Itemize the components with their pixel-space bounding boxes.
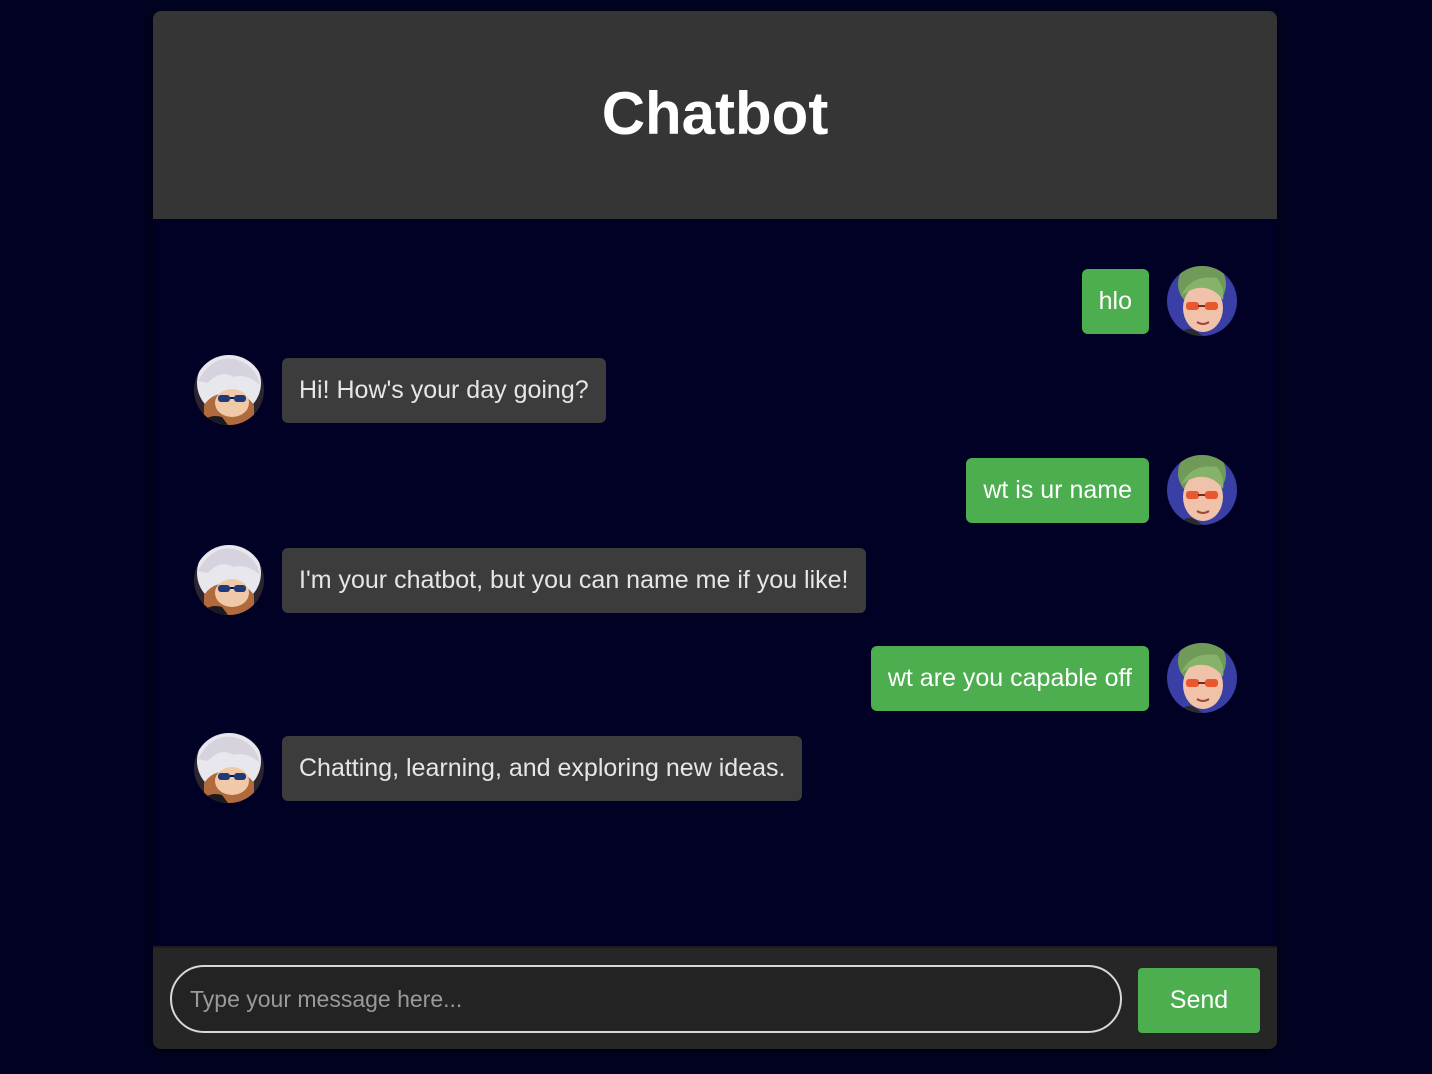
- message-row-user: wt is ur name: [966, 455, 1237, 525]
- user-message-bubble: wt is ur name: [966, 457, 1149, 523]
- message-row-bot: Chatting, learning, and exploring new id…: [194, 733, 803, 803]
- message-row-bot: Hi! How's your day going?: [194, 355, 606, 425]
- bot-avatar: [194, 355, 264, 425]
- user-message-bubble: hlo: [1081, 268, 1149, 334]
- moon-icon[interactable]: [1187, 47, 1241, 101]
- message-list: hlo Hi! How's your day going? wt is ur n…: [153, 219, 1277, 946]
- bot-message-bubble: Hi! How's your day going?: [282, 357, 606, 423]
- bot-avatar: [194, 733, 264, 803]
- bot-message-bubble: I'm your chatbot, but you can name me if…: [282, 547, 866, 613]
- user-message-bubble: wt are you capable off: [870, 645, 1149, 711]
- message-row-user: hlo: [1081, 266, 1237, 336]
- message-row-user: wt are you capable off: [870, 643, 1237, 713]
- message-composer: Send: [153, 946, 1277, 1049]
- message-input[interactable]: [170, 965, 1122, 1033]
- message-row-bot: I'm your chatbot, but you can name me if…: [194, 545, 866, 615]
- chat-header: Chatbot: [153, 11, 1277, 219]
- bot-avatar: [194, 545, 264, 615]
- user-avatar: [1167, 643, 1237, 713]
- bot-message-bubble: Chatting, learning, and exploring new id…: [282, 735, 803, 801]
- send-button[interactable]: Send: [1138, 968, 1260, 1033]
- user-avatar: [1167, 455, 1237, 525]
- chat-window: Chatbot hlo Hi! How's your day going? wt…: [153, 11, 1277, 1049]
- user-avatar: [1167, 266, 1237, 336]
- page-title: Chatbot: [601, 80, 829, 147]
